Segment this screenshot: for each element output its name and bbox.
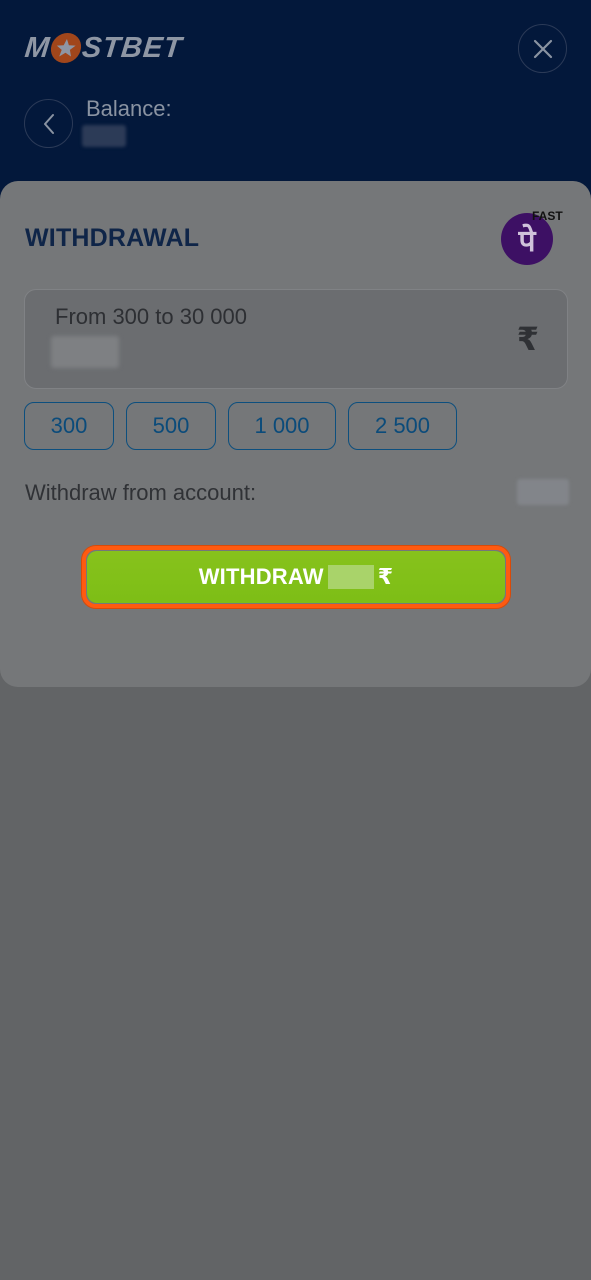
logo-star-icon <box>49 33 83 63</box>
logo-text-right: STBET <box>80 31 184 64</box>
mostbet-logo[interactable]: M STBET <box>23 31 184 65</box>
chevron-left-icon <box>43 113 54 134</box>
amount-input[interactable]: From 300 to 30 000 ₹ <box>24 289 568 389</box>
withdraw-button[interactable]: WITHDRAW ₹ <box>87 551 505 603</box>
page-title: WITHDRAWAL <box>25 224 200 252</box>
quick-amount-300[interactable]: 300 <box>24 402 114 450</box>
rupee-icon: ₹ <box>516 320 539 358</box>
back-button[interactable] <box>24 99 73 148</box>
header: M STBET Balance: <box>0 0 591 200</box>
logo-text-left: M <box>23 31 52 64</box>
amount-value[interactable] <box>51 336 119 368</box>
withdraw-from-value <box>517 479 569 505</box>
amount-placeholder: From 300 to 30 000 <box>55 304 248 329</box>
balance-value <box>82 125 126 147</box>
close-button[interactable] <box>518 24 567 73</box>
balance-label: Balance: <box>86 96 172 121</box>
withdraw-currency-icon: ₹ <box>377 564 394 589</box>
quick-amount-2500[interactable]: 2 500 <box>348 402 457 450</box>
phonepe-icon: पे <box>518 223 536 259</box>
method-badge: FAST <box>532 209 563 223</box>
quick-amount-500[interactable]: 500 <box>126 402 216 450</box>
quick-amount-1000[interactable]: 1 000 <box>228 402 336 450</box>
withdraw-button-label: WITHDRAW <box>198 564 324 589</box>
withdraw-from-label: Withdraw from account: <box>25 480 257 505</box>
close-icon <box>533 39 552 58</box>
withdraw-button-amount <box>327 565 374 589</box>
